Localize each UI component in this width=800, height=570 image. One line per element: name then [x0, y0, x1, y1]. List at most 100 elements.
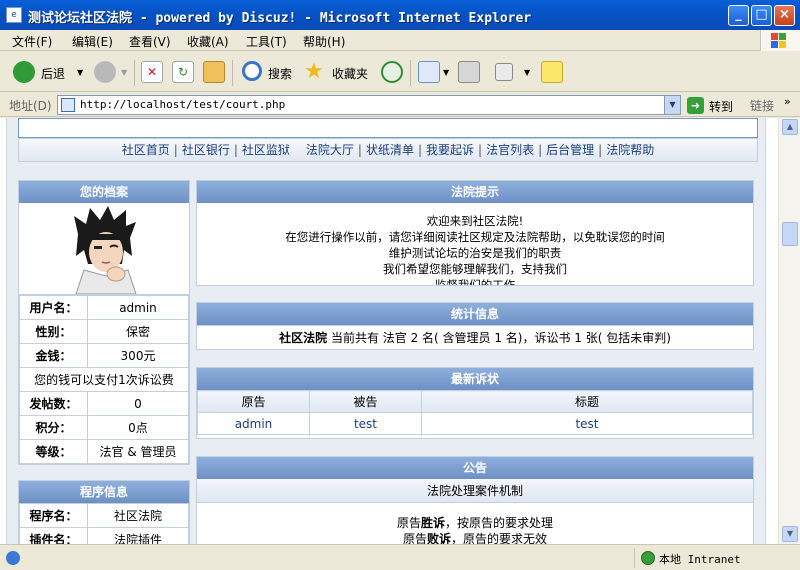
tip-line: 欢迎来到社区法院!	[426, 214, 524, 228]
nav-court-help[interactable]: 法院帮助	[606, 143, 654, 157]
zone-label: 本地 Intranet	[659, 553, 741, 566]
fee-note: 您的钱可以支付1次诉讼费	[19, 367, 189, 392]
links-chevron-icon[interactable]: »	[784, 95, 791, 108]
intranet-zone-icon	[641, 551, 655, 565]
edit-dropdown-icon[interactable]: ▼	[524, 68, 530, 77]
menu-file[interactable]: 文件(F)	[12, 33, 52, 50]
security-zone: 本地 Intranet	[634, 548, 800, 568]
print-icon[interactable]	[458, 61, 480, 83]
stats-header: 统计信息	[197, 303, 753, 325]
edit-page-icon[interactable]	[495, 63, 513, 81]
address-dropdown-icon[interactable]: ▼	[664, 96, 680, 114]
back-arrow-icon[interactable]	[13, 61, 35, 83]
nav-community-home[interactable]: 社区首页	[122, 143, 170, 157]
stop-icon[interactable]: ✕	[141, 61, 163, 83]
history-icon[interactable]	[381, 61, 403, 83]
court-tips-text: 欢迎来到社区法院! 在您进行操作以前，请您详细阅读社区规定及法院帮助，以免耽误您…	[197, 203, 753, 285]
money-label: 金钱：	[19, 343, 88, 368]
toolbar: 后退 ▼ ▼ ✕ ↻ 搜索 ★ 收藏夹 ▼ ▼	[0, 52, 800, 92]
maximize-button[interactable]: □	[751, 5, 772, 26]
suit-title[interactable]: test	[421, 412, 753, 435]
plugin-name-value: 法院插件	[87, 527, 189, 544]
level-value: 法官 & 管理员	[87, 439, 189, 464]
address-input[interactable]: http://localhost/test/court.php ▼	[57, 95, 681, 115]
refresh-icon[interactable]: ↻	[172, 61, 194, 83]
menu-bar: 文件(F) 编辑(E) 查看(V) 收藏(A) 工具(T) 帮助(H)	[0, 30, 800, 51]
search-button-label[interactable]: 搜索	[268, 65, 292, 82]
messenger-note-icon[interactable]	[541, 61, 563, 83]
nav-judge-list[interactable]: 法官列表	[486, 143, 534, 157]
col-title: 标题	[421, 390, 753, 413]
level-label: 等级：	[19, 439, 88, 464]
latest-suits-panel: 最新诉状 原告 被告 标题 admin test test	[196, 367, 754, 439]
latest-suits-header: 最新诉状	[197, 368, 753, 390]
forward-dropdown-icon[interactable]: ▼	[121, 68, 127, 77]
nav-community-prison[interactable]: 社区监狱	[242, 143, 290, 157]
windows-logo-icon	[760, 30, 800, 51]
page-icon	[61, 98, 75, 112]
close-button[interactable]: ×	[774, 5, 795, 26]
favorites-button-label[interactable]: 收藏夹	[332, 65, 368, 82]
page-content: 法院业务 社区首页 | 社区银行 | 社区监狱 法院大厅 | 状纸清单 | 我要起诉 | 法官列表 | 后…	[0, 118, 778, 544]
username-label: 用户名：	[19, 295, 88, 320]
mail-dropdown-icon[interactable]: ▼	[443, 68, 449, 77]
go-arrow-icon[interactable]: ➜	[687, 97, 704, 114]
money-value: 300元	[87, 343, 189, 368]
nav-court-hall[interactable]: 法院大厅	[306, 143, 354, 157]
nav-file-suit[interactable]: 我要起诉	[426, 143, 474, 157]
posts-value: 0	[87, 391, 189, 416]
menu-edit[interactable]: 编辑(E)	[72, 33, 113, 50]
ie-app-icon: e	[6, 7, 22, 23]
avatar-image	[74, 206, 137, 294]
search-icon[interactable]	[242, 61, 262, 81]
scroll-up-icon[interactable]: ▲	[782, 119, 798, 135]
links-label[interactable]: 链接	[750, 97, 774, 114]
vertical-scrollbar[interactable]: ▲ ▼	[778, 118, 800, 544]
notice-header: 公告	[197, 457, 753, 479]
status-bar: 本地 Intranet	[0, 544, 800, 570]
tip-line: 维护测试论坛的治安是我们的职责	[388, 246, 562, 260]
program-table: 程序名： 社区法院 插件名： 法院插件	[19, 503, 189, 544]
address-url[interactable]: http://localhost/test/court.php	[80, 98, 285, 111]
court-business-header: 法院业务	[18, 118, 758, 138]
mail-icon[interactable]	[418, 61, 440, 83]
back-button-label[interactable]: 后退	[41, 65, 65, 82]
plugin-name-label: 插件名：	[19, 527, 88, 544]
scroll-thumb[interactable]	[782, 222, 798, 246]
gender-label: 性别：	[19, 319, 88, 344]
court-tips-header: 法院提示	[197, 181, 753, 203]
menu-help[interactable]: 帮助(H)	[303, 33, 345, 50]
program-name-value: 社区法院	[87, 503, 189, 528]
points-label: 积分：	[19, 415, 88, 440]
gender-value: 保密	[87, 319, 189, 344]
nav-admin[interactable]: 后台管理	[546, 143, 594, 157]
notice-line-2: 原告败诉，原告的要求无效	[402, 532, 548, 544]
scroll-down-icon[interactable]: ▼	[782, 526, 798, 542]
home-icon[interactable]	[203, 61, 225, 83]
court-nav: 社区首页 | 社区银行 | 社区监狱 法院大厅 | 状纸清单 | 我要起诉 | 法官列表 | 后台管理 | 法…	[18, 138, 758, 162]
menu-view[interactable]: 查看(V)	[129, 33, 171, 50]
toolbar-separator	[410, 60, 411, 86]
profile-table-1: 用户名： admin 性别： 保密 金钱： 300元 您的钱可以支付1次诉讼费 发帖数…	[19, 295, 189, 464]
toolbar-separator	[232, 60, 233, 86]
suit-plaintiff[interactable]: admin	[197, 412, 310, 435]
col-defendant: 被告	[309, 390, 422, 413]
back-dropdown-icon[interactable]: ▼	[77, 68, 83, 77]
nav-complaint-list[interactable]: 状纸清单	[366, 143, 414, 157]
menu-favorites[interactable]: 收藏(A)	[187, 33, 229, 50]
address-label: 地址(D)	[9, 99, 52, 113]
menu-tools[interactable]: 工具(T)	[246, 33, 287, 50]
forward-arrow-icon[interactable]	[94, 61, 116, 83]
program-name-label: 程序名：	[19, 503, 88, 528]
minimize-button[interactable]: _	[728, 5, 749, 26]
window-title: 测试论坛社区法院 - powered by Discuz! - Microsof…	[28, 11, 532, 26]
suit-defendant[interactable]: test	[309, 412, 422, 435]
notice-panel: 公告 法院处理案件机制 原告胜诉，按原告的要求处理 原告败诉，原告的要求无效	[196, 456, 754, 544]
program-header: 程序信息	[19, 481, 189, 503]
go-button-label[interactable]: 转到	[709, 98, 733, 115]
nav-community-bank[interactable]: 社区银行	[182, 143, 230, 157]
favorites-star-icon[interactable]: ★	[304, 59, 324, 84]
tip-line: 监督我们的工作	[434, 278, 516, 285]
profile-header: 您的档案	[19, 181, 189, 203]
username-value: admin	[87, 295, 189, 320]
